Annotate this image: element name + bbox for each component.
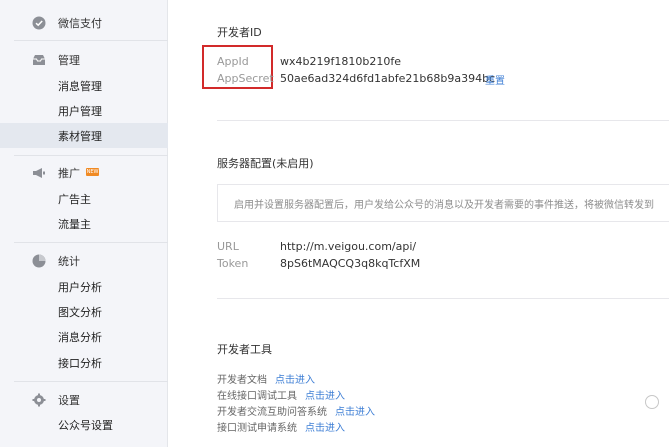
main-content: 开发者ID AppId wx4b219f1810b210fe AppSecret… [169,0,669,447]
appsecret-label: AppSecret [217,72,274,85]
sidebar-section-label: 设置 [58,394,80,407]
watermark [645,395,659,409]
section-divider [217,120,669,121]
dev-tool-label: 开发者文档 [217,375,267,386]
sidebar-item-article-analysis[interactable]: 图文分析 [0,299,168,324]
dev-tools-title: 开发者工具 [217,343,272,356]
section-divider [217,298,669,299]
sidebar-item-messages[interactable]: 消息管理 [0,73,168,98]
dev-docs-link[interactable]: 点击进入 [275,375,315,386]
sidebar-section-label: 统计 [58,255,80,268]
server-config-title: 服务器配置(未启用) [217,157,314,170]
sidebar-item-advertiser[interactable]: 广告主 [0,186,168,211]
new-badge: NEW [86,168,99,176]
sidebar-section-settings[interactable]: 设置 [0,387,168,413]
sidebar-item-wechat-pay[interactable]: 微信支付 [0,10,168,36]
server-config-notice: 启用并设置服务器配置后，用户发给公众号的消息以及开发者需要的事件推送，将被微信转… [217,184,669,222]
dev-tool-label: 接口测试申请系统 [217,423,297,434]
dev-tool-row: 开发者文档 点击进入 [217,371,315,386]
token-value: 8pS6tMAQCQ3q8kqTcfXM [280,257,421,270]
megaphone-icon [32,166,46,180]
sidebar-section-stats[interactable]: 统计 [0,248,168,274]
dev-id-title: 开发者ID [217,26,262,39]
pie-chart-icon [32,254,46,268]
appsecret-value: 50ae6ad324d6fd1abfe21b68b9a394bc [280,72,496,85]
sidebar-item-users[interactable]: 用户管理 [0,98,168,123]
sidebar-item-materials[interactable]: 素材管理 [0,123,168,148]
api-test-apply-link[interactable]: 点击进入 [305,423,345,434]
dev-tool-row: 开发者交流互助问答系统 点击进入 [217,403,375,418]
api-debug-link[interactable]: 点击进入 [305,391,345,402]
sidebar-item-publisher[interactable]: 流量主 [0,211,168,236]
watermark-logo-icon [645,395,659,409]
appid-value: wx4b219f1810b210fe [280,55,401,68]
sidebar-section-label: 管理 [58,54,80,67]
dev-tool-row: 接口测试申请系统 点击进入 [217,419,345,434]
sidebar-item-label: 图文分析 [58,305,102,319]
sidebar-item-label: 微信支付 [58,17,102,30]
sidebar-divider [14,40,168,41]
token-label: Token [217,257,249,270]
dev-qa-link[interactable]: 点击进入 [335,407,375,418]
dev-tool-label: 在线接口调试工具 [217,391,297,402]
sidebar: 微信支付 管理 消息管理 用户管理 素材管理 推广 NEW 广告主 流量主 统计 [0,0,168,447]
sidebar-divider [14,242,168,243]
sidebar-item-message-analysis[interactable]: 消息分析 [0,324,168,349]
url-label: URL [217,240,239,253]
sidebar-item-label: 广告主 [58,192,91,206]
wechat-pay-icon [32,16,46,30]
sidebar-item-user-analysis[interactable]: 用户分析 [0,274,168,299]
notice-text: 启用并设置服务器配置后，用户发给公众号的消息以及开发者需要的事件推送，将被微信转… [234,199,654,211]
sidebar-item-label: 接口分析 [58,356,102,370]
sidebar-divider [14,381,168,382]
sidebar-item-label: 用户管理 [58,104,102,118]
sidebar-section-promotion[interactable]: 推广 NEW [0,160,168,186]
sidebar-item-api-analysis[interactable]: 接口分析 [0,350,168,375]
sidebar-item-label: 用户分析 [58,280,102,294]
gear-icon [32,393,46,407]
appid-label: AppId [217,55,249,68]
sidebar-section-manage[interactable]: 管理 [0,47,168,73]
sidebar-item-label: 流量主 [58,217,91,231]
sidebar-item-label: 公众号设置 [58,418,113,432]
sidebar-item-label: 素材管理 [58,129,102,143]
inbox-icon [32,53,46,67]
reset-secret-link[interactable]: 重置 [485,72,505,87]
sidebar-item-label: 消息分析 [58,330,102,344]
url-value: http://m.veigou.com/api/ [280,240,417,253]
dev-tool-row: 在线接口调试工具 点击进入 [217,387,345,402]
sidebar-section-label: 推广 [58,167,80,180]
sidebar-divider [14,155,168,156]
sidebar-item-account-settings[interactable]: 公众号设置 [0,412,168,437]
sidebar-item-label: 消息管理 [58,79,102,93]
dev-tool-label: 开发者交流互助问答系统 [217,407,327,418]
